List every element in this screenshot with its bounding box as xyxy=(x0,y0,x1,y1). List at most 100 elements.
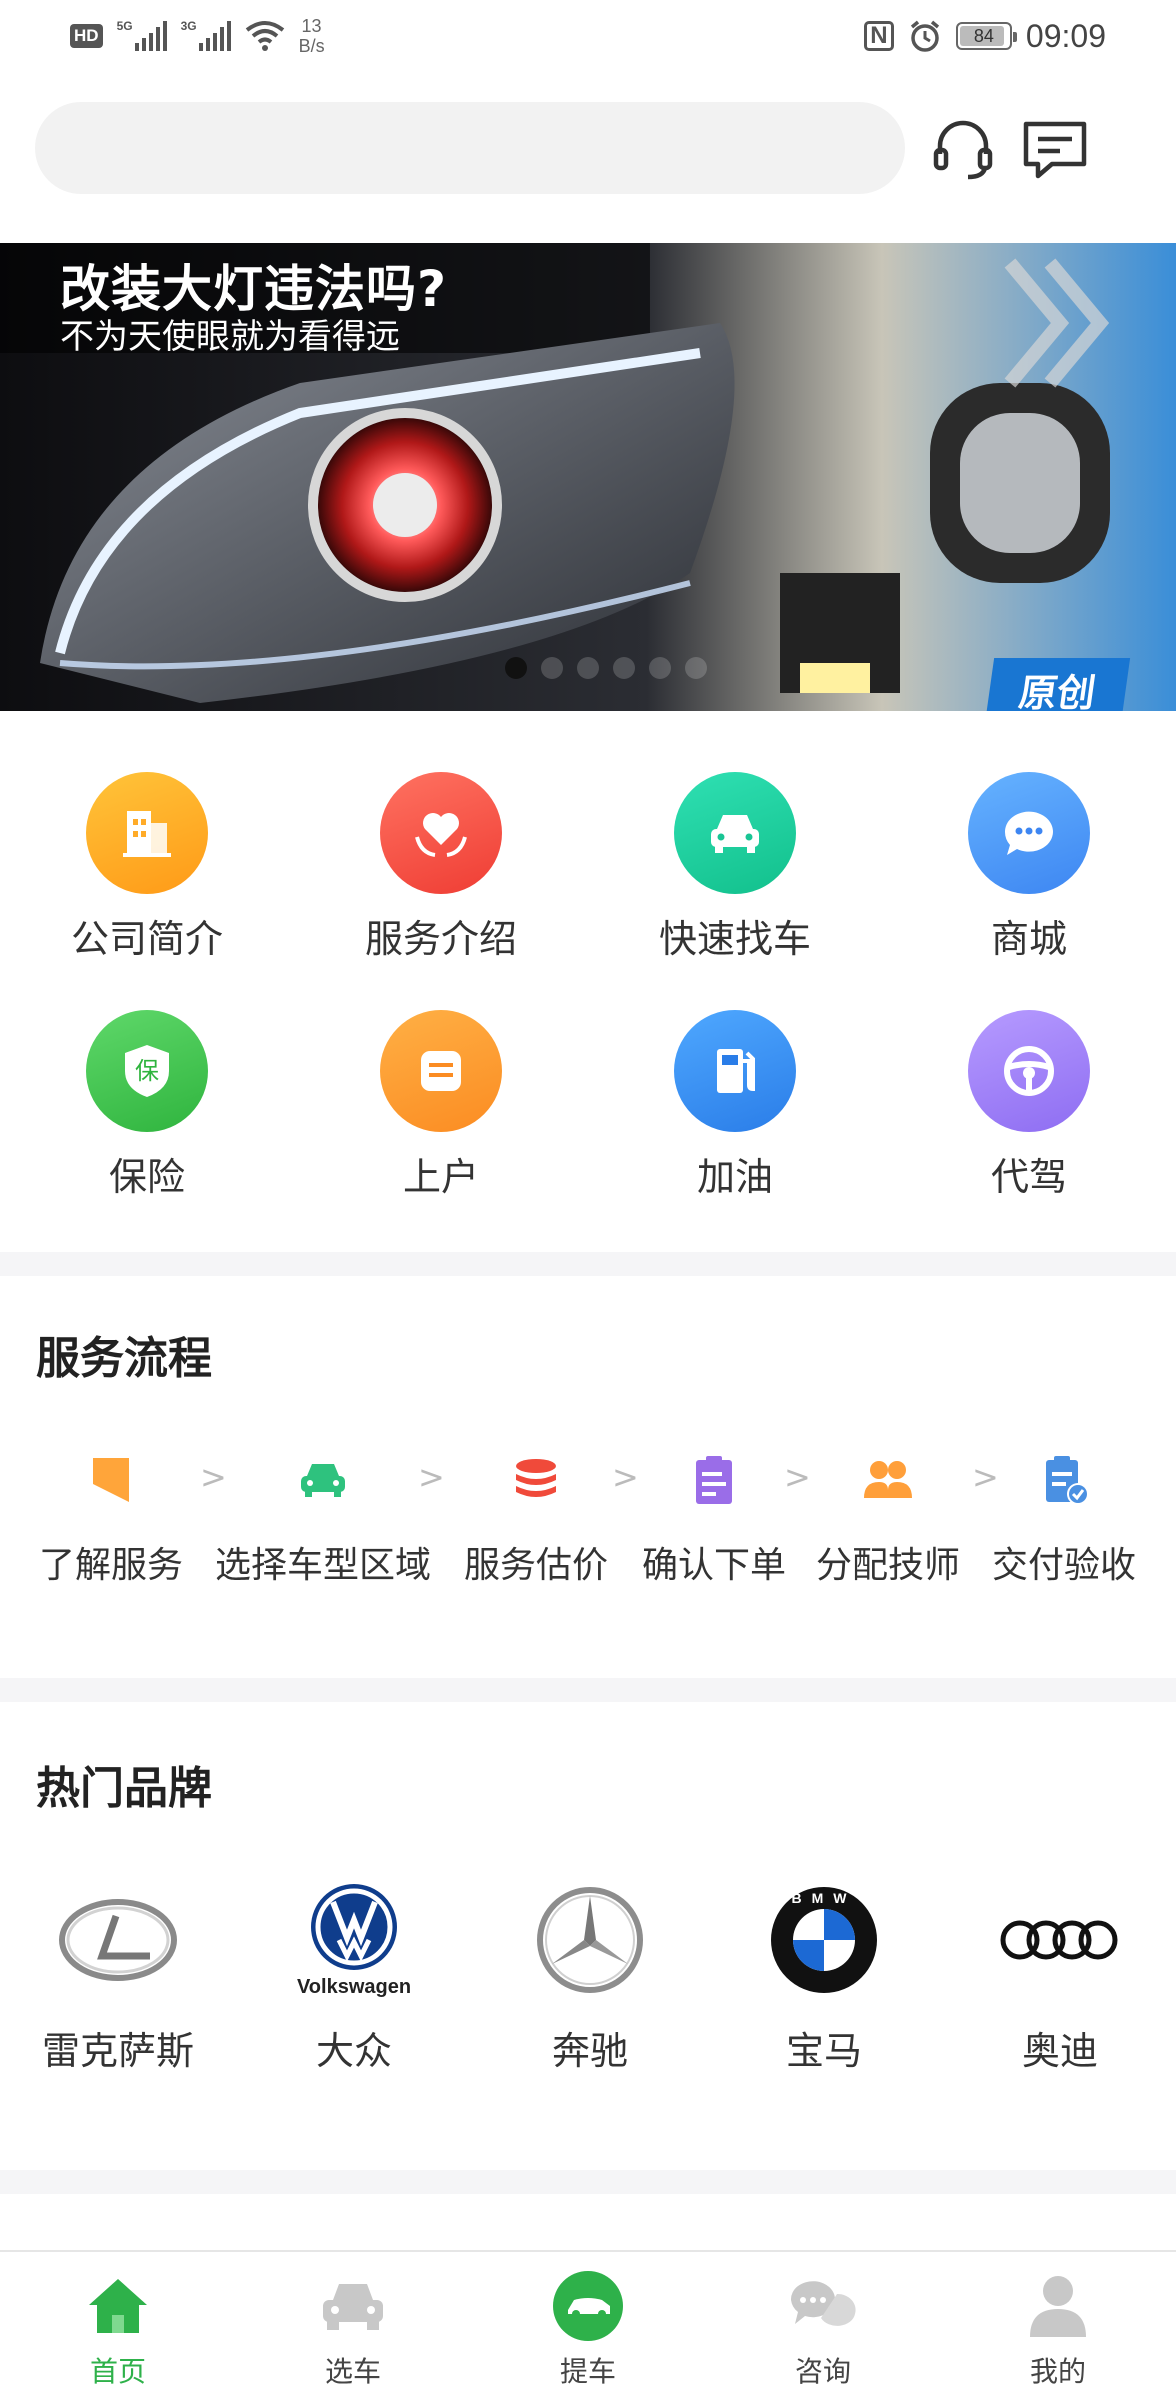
message-icon[interactable] xyxy=(1020,114,1090,184)
alarm-icon xyxy=(910,20,940,52)
entry-designated-driver[interactable]: 代驾 xyxy=(882,998,1176,1199)
checklist-icon xyxy=(1046,1456,1089,1505)
entry-label: 快速找车 xyxy=(658,917,811,961)
search-input[interactable] xyxy=(35,102,905,194)
nfc-icon: N xyxy=(863,21,894,51)
status-left: HD 5G 3G 13 B/s xyxy=(70,14,325,58)
original-badge: 原创 xyxy=(985,658,1131,711)
tab-mine[interactable]: 我的 xyxy=(978,2270,1138,2390)
section-divider xyxy=(0,1678,1176,1702)
car-icon xyxy=(317,2270,389,2342)
status-right: N 84 09:09 xyxy=(863,14,1106,58)
people-icon xyxy=(864,1461,912,1498)
brand-label: 奥迪 xyxy=(1021,2029,1098,2073)
step-assign-technician: 分配技师 xyxy=(812,1450,964,1588)
tab-home[interactable]: 首页 xyxy=(38,2270,198,2390)
hot-brands: 雷克萨斯 Volkswagen 大众 奔驰 BMW 宝马 奥迪 xyxy=(0,1880,1176,2080)
home-icon xyxy=(82,2270,154,2342)
pagination-dot[interactable] xyxy=(541,657,563,679)
document-icon xyxy=(380,1010,502,1132)
bmw-logo: BMW xyxy=(724,1880,924,2000)
step-select-model-area: 选择车型区域 xyxy=(210,1450,436,1588)
brand-volkswagen[interactable]: Volkswagen 大众 xyxy=(254,1880,454,2075)
car-icon xyxy=(301,1464,345,1497)
lexus-logo xyxy=(18,1880,218,2000)
brand-bmw[interactable]: BMW 宝马 xyxy=(724,1880,924,2075)
brand-label: 雷克萨斯 xyxy=(41,2029,194,2073)
pagination-dot[interactable] xyxy=(577,657,599,679)
entry-label: 服务介绍 xyxy=(364,917,517,961)
tab-choose-car[interactable]: 选车 xyxy=(273,2270,433,2390)
tab-label: 选车 xyxy=(324,2355,381,2388)
brand-label: 大众 xyxy=(315,2029,392,2073)
tab-consult[interactable]: 咨询 xyxy=(743,2270,903,2390)
user-icon xyxy=(1022,2270,1094,2342)
network-speed: 13 B/s xyxy=(299,16,325,56)
signal-icon-sim2: 3G xyxy=(181,19,231,51)
tab-label: 我的 xyxy=(1029,2355,1086,2388)
pagination-dot[interactable] xyxy=(649,657,671,679)
tab-pick-up-car[interactable]: 提车 xyxy=(508,2270,668,2390)
coins-icon xyxy=(516,1459,556,1497)
entry-insurance[interactable]: 保 保险 xyxy=(0,998,294,1199)
step-label: 分配技师 xyxy=(815,1545,960,1586)
pagination-dot[interactable] xyxy=(685,657,707,679)
hd-badge: HD xyxy=(70,24,103,48)
section-divider xyxy=(0,2170,1176,2194)
promo-banner[interactable]: 改装大灯违法吗? 不为天使眼就为看得远 原创 xyxy=(0,243,1176,711)
section-divider xyxy=(0,1252,1176,1276)
entry-find-car[interactable]: 快速找车 xyxy=(588,760,882,961)
brands-section-title: 热门品牌 xyxy=(36,1752,230,1828)
sim1-network-type: 5G xyxy=(116,19,133,33)
chat-icon xyxy=(787,2270,859,2342)
insurance-shield-icon: 保 xyxy=(86,1010,208,1132)
bookmark-icon xyxy=(93,1458,129,1502)
pagination-dot[interactable] xyxy=(505,657,527,679)
entry-label: 商城 xyxy=(990,917,1067,961)
step-delivery-acceptance: 交付验收 xyxy=(988,1450,1140,1588)
step-label: 确认下单 xyxy=(641,1545,786,1586)
brand-mercedes[interactable]: 奔驰 xyxy=(490,1880,690,2075)
status-bar: HD 5G 3G 13 B/s N 84 09:09 xyxy=(0,0,1176,72)
battery-level: 84 xyxy=(973,25,994,46)
svg-text:保: 保 xyxy=(135,1057,159,1085)
brand-label: 奔驰 xyxy=(551,2029,628,2073)
entry-registration[interactable]: 上户 xyxy=(294,998,588,1199)
entry-company-intro[interactable]: 公司简介 xyxy=(0,760,294,961)
bmw-wordmark: BMW xyxy=(792,1890,857,1906)
brand-label: 宝马 xyxy=(785,2029,862,2073)
mercedes-logo xyxy=(490,1880,690,2000)
speed-value: 13 xyxy=(301,16,322,36)
clock: 09:09 xyxy=(1025,17,1106,54)
heart-hands-icon xyxy=(380,772,502,894)
headset-icon[interactable] xyxy=(928,114,998,184)
brands-title-text: 热门品牌 xyxy=(36,1763,212,1814)
banner-subtitle: 不为天使眼就为看得远 xyxy=(60,317,400,357)
step-service-quote: 服务估价 xyxy=(460,1450,612,1588)
speed-unit: B/s xyxy=(298,36,325,56)
process-title-text: 服务流程 xyxy=(36,1333,212,1384)
fuel-icon xyxy=(674,1010,796,1132)
entry-service-intro[interactable]: 服务介绍 xyxy=(294,760,588,961)
tab-label: 提车 xyxy=(559,2355,616,2388)
chevron-right-icon: > xyxy=(418,1458,445,1496)
tab-label: 咨询 xyxy=(794,2355,851,2388)
bottom-tab-bar: 首页 选车 提车 咨询 我的 xyxy=(0,2250,1176,2400)
steering-wheel-icon xyxy=(968,1010,1090,1132)
entry-mall[interactable]: 商城 xyxy=(882,760,1176,961)
car-icon xyxy=(674,772,796,894)
signal-icon-sim1: 5G xyxy=(116,19,167,51)
banner-pagination xyxy=(505,657,707,679)
brand-lexus[interactable]: 雷克萨斯 xyxy=(18,1880,218,2075)
pagination-dot[interactable] xyxy=(613,657,635,679)
step-label: 服务估价 xyxy=(463,1545,608,1586)
entry-label: 保险 xyxy=(108,1155,185,1199)
wifi-icon xyxy=(245,21,284,51)
top-header xyxy=(0,96,1176,200)
entry-label: 代驾 xyxy=(990,1155,1067,1199)
entry-refuel[interactable]: 加油 xyxy=(588,998,882,1199)
service-process: 了解服务 > 选择车型区域 > 服务估价 > 确认下单 > 分配技师 > 交付验… xyxy=(0,1450,1176,1620)
brand-audi[interactable]: 奥迪 xyxy=(960,1880,1160,2075)
quick-entry-grid: 公司简介 服务介绍 快速找车 商城 保 保险 上户 加油 代驾 xyxy=(0,760,1176,1240)
chat-bubble-icon xyxy=(968,772,1090,894)
